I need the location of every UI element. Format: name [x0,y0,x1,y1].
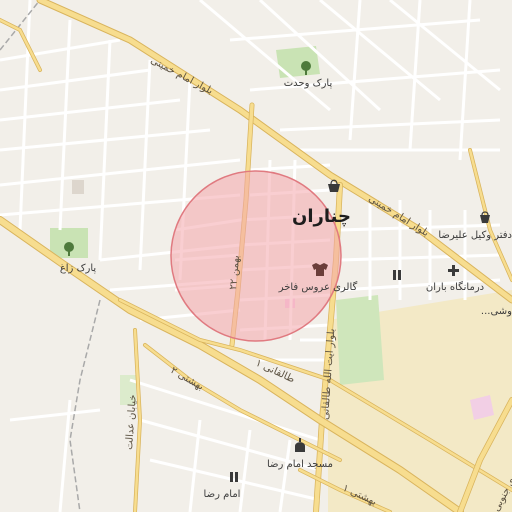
selection-circle[interactable] [170,170,342,342]
poi-label-lawyer-alireza: دفتر وکیل علیرضا [438,230,512,241]
map-svg[interactable]: بلوار امام خمینی بلوار امام خمینی ۲۲ بهم… [0,0,512,512]
poi-label-park-zagh: پارک زاغ [60,263,97,274]
building-block [72,180,84,194]
poi-label-edge-shop: ...وشی [481,306,512,317]
poi-label-gallery-aroos-fakher: گالری عروس فاخر [278,281,358,293]
district-label: چناران [292,206,351,227]
poi-label-imam-reza: امام رضا [204,489,241,500]
poi-label-masjed-imam-reza: مسجد امام رضا [267,459,333,470]
map-canvas[interactable]: بلوار امام خمینی بلوار امام خمینی ۲۲ بهم… [0,0,512,512]
poi-label-clinic-baran: درمانگاه باران [426,281,484,293]
green-area-taleghani [336,295,384,385]
poi-label-park-vahdat: پارک وحدت [284,78,333,89]
